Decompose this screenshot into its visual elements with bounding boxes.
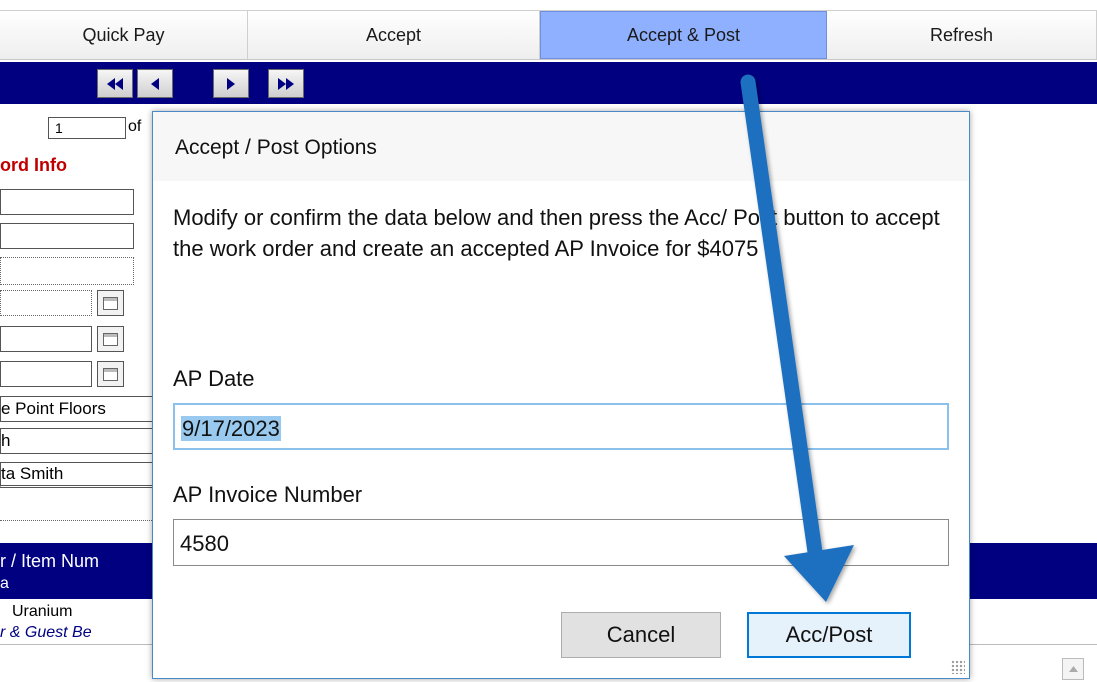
calendar-icon[interactable]	[97, 361, 124, 387]
date-field-1[interactable]	[0, 290, 92, 316]
dialog-title: Accept / Post Options	[175, 136, 377, 159]
item-row-1: Uranium	[12, 603, 73, 620]
accept-post-dialog: Accept / Post Options Modify or confirm …	[152, 111, 970, 679]
accept-button[interactable]: Accept	[248, 11, 540, 59]
accept-and-post-button[interactable]: Accept & Post	[540, 11, 827, 59]
ap-date-label: AP Date	[173, 366, 255, 391]
refresh-button[interactable]: Refresh	[827, 11, 1097, 59]
calendar-icon[interactable]	[97, 326, 124, 352]
vendor-field[interactable]: e Point Floors	[0, 396, 154, 422]
dialog-title-bar: Accept / Post Options	[153, 112, 969, 181]
form-field-2[interactable]	[0, 223, 134, 249]
cancel-button[interactable]: Cancel	[561, 612, 721, 658]
last-record-icon[interactable]	[268, 69, 304, 98]
next-record-icon[interactable]	[213, 69, 249, 98]
scroll-up-icon[interactable]	[1062, 658, 1084, 680]
ap-invoice-number-label: AP Invoice Number	[173, 482, 363, 507]
previous-record-icon[interactable]	[137, 69, 173, 98]
contact-field[interactable]: h	[0, 428, 154, 454]
calendar-icon[interactable]	[97, 290, 124, 316]
record-navigation-bar	[0, 62, 1097, 104]
record-of-label: of	[128, 118, 142, 135]
toolbar: Quick Pay Accept Accept & Post Refresh	[0, 10, 1097, 60]
ap-invoice-number-input[interactable]: 4580	[173, 519, 949, 566]
ap-date-input[interactable]: 9/17/2023	[173, 403, 949, 450]
date-field-3[interactable]	[0, 361, 92, 387]
dialog-message: Modify or confirm the data below and the…	[173, 205, 940, 261]
form-field-3[interactable]	[0, 257, 134, 285]
item-row-2: r & Guest Be	[0, 624, 92, 641]
ap-date-value: 9/17/2023	[181, 416, 281, 441]
first-record-icon[interactable]	[97, 69, 133, 98]
item-column-subheader: a	[0, 575, 9, 592]
record-index-input[interactable]: 1	[48, 117, 126, 139]
acc-post-button[interactable]: Acc/Post	[747, 612, 911, 658]
contact-name-field[interactable]: ta Smith	[0, 462, 154, 488]
form-field-9[interactable]	[0, 497, 154, 521]
resize-grip-icon[interactable]	[951, 660, 965, 674]
item-column-header: r / Item Num	[0, 551, 100, 571]
quick-pay-button[interactable]: Quick Pay	[0, 11, 248, 59]
date-field-2[interactable]	[0, 326, 92, 352]
form-field-1[interactable]	[0, 189, 134, 215]
record-info-heading: ord Info	[0, 155, 67, 175]
